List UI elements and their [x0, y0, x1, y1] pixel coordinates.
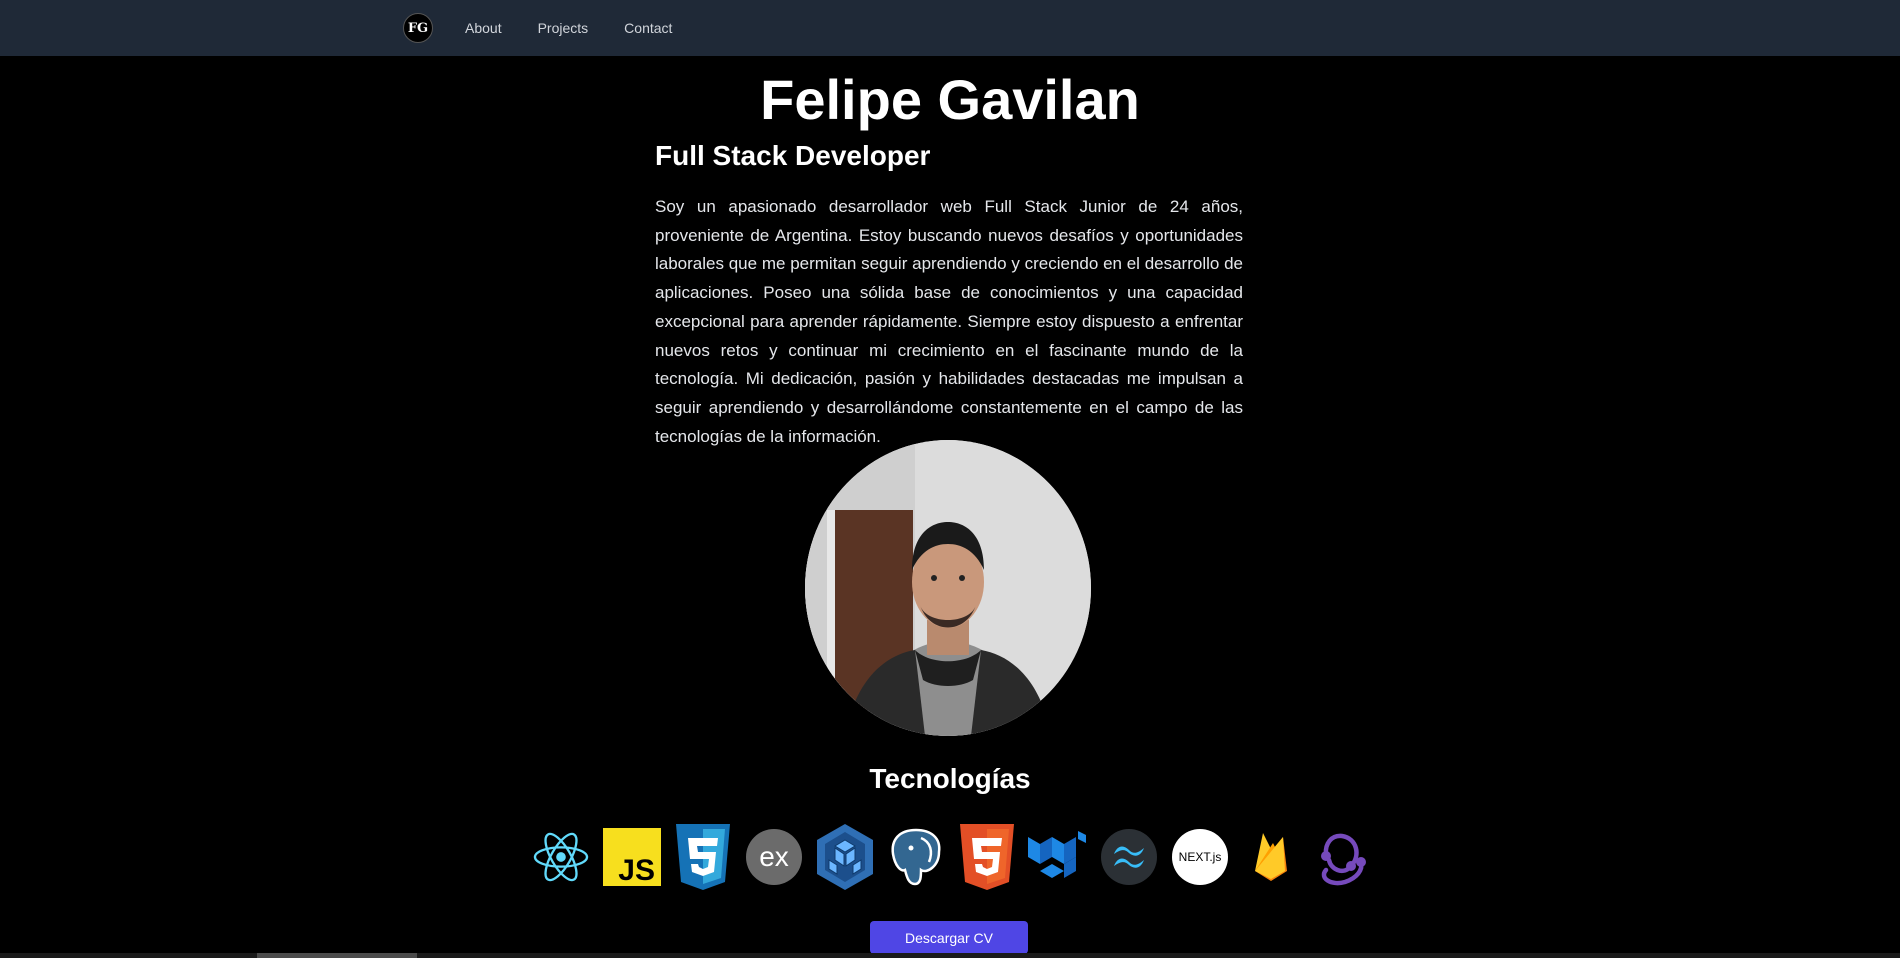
nav-link-contact[interactable]: Contact: [624, 20, 672, 36]
nextjs-icon-label: NEXT.js: [1179, 850, 1222, 864]
nav-link-projects[interactable]: Projects: [538, 20, 589, 36]
technologies-list: JS ex NEXT.js: [530, 824, 1380, 890]
express-icon: ex: [743, 824, 805, 890]
express-icon-label: ex: [759, 841, 789, 872]
profile-photo: [805, 440, 1091, 736]
technologies-title: Tecnologías: [869, 763, 1031, 794]
react-icon: [530, 824, 592, 890]
navbar: FG About Projects Contact: [0, 0, 1900, 56]
hero-bio: Soy un apasionado desarrollador web Full…: [655, 197, 1243, 446]
tailwind-icon: [1098, 824, 1160, 890]
postgresql-icon: [885, 824, 947, 890]
html5-icon: [956, 824, 1018, 890]
javascript-icon: JS: [601, 824, 663, 890]
css3-icon: [672, 824, 734, 890]
firebase-icon: [1240, 824, 1302, 890]
redux-icon: [1311, 824, 1373, 890]
javascript-icon-label: JS: [618, 854, 655, 886]
hero-role: Full Stack Developer: [655, 140, 931, 171]
horizontal-scrollbar[interactable]: [0, 953, 1900, 958]
horizontal-scrollbar-thumb[interactable]: [257, 953, 417, 958]
profile-photo-illustration: [805, 440, 1091, 736]
logo-icon[interactable]: FG: [403, 13, 433, 43]
nextjs-icon: NEXT.js: [1169, 824, 1231, 890]
hero-name: Felipe Gavilan: [760, 68, 1140, 131]
material-ui-icon: [1027, 824, 1089, 890]
sequelize-icon: [814, 824, 876, 890]
nav-container: FG About Projects Contact: [403, 0, 672, 56]
nav-link-about[interactable]: About: [465, 20, 502, 36]
download-cv-button[interactable]: Descargar CV: [870, 921, 1028, 954]
